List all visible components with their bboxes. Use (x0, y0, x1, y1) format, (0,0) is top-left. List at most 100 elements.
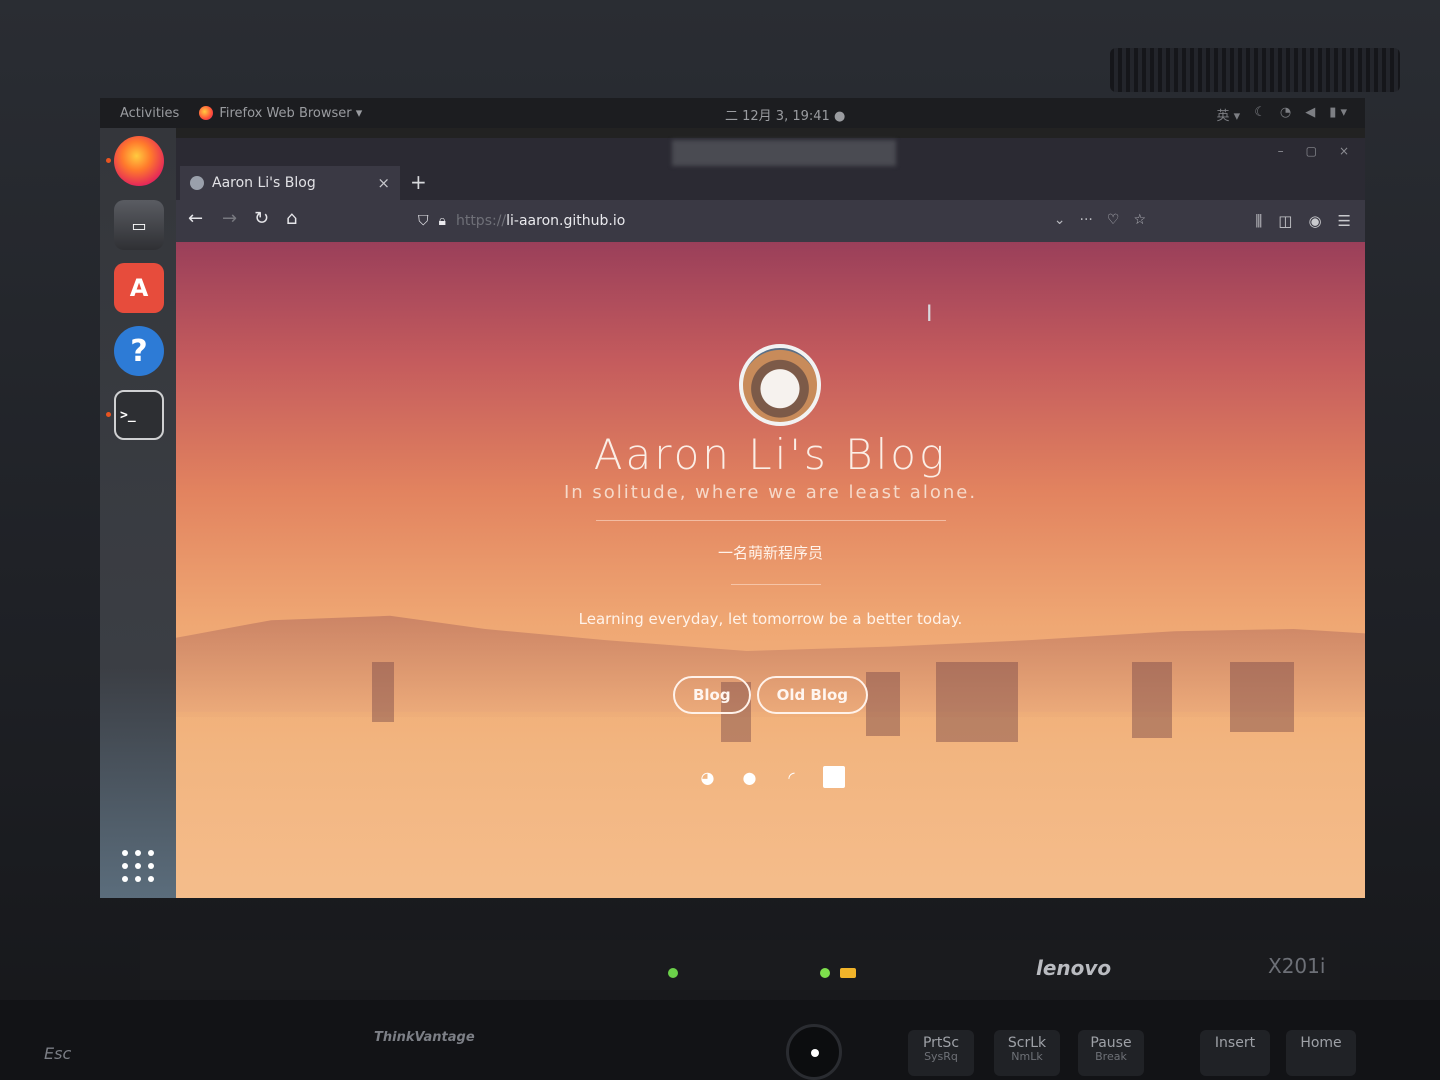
lock-icon[interactable]: 🔒︎ (439, 213, 446, 229)
key-label: PrtSc (922, 1035, 960, 1051)
social-links: ◕ ● ◜ (176, 766, 1365, 788)
button-row: Blog Old Blog (176, 676, 1365, 714)
window-controls: – ▢ × (1278, 144, 1349, 158)
dock-help-icon[interactable]: ? (114, 326, 164, 376)
url-host: li-aaron.github.io (506, 213, 626, 229)
background-water (176, 712, 1365, 898)
app-menu[interactable]: Firefox Web Browser ▾ (199, 106, 362, 121)
navigation-toolbar: ← → ↻ ⌂ ⛉ 🔒︎ https:// li-aaron.github.io… (176, 200, 1365, 242)
sidebar-icon[interactable]: ◫ (1278, 212, 1292, 230)
wifi-icon: ◔ (1279, 105, 1292, 120)
account-icon[interactable]: ◉ (1308, 212, 1321, 230)
back-button[interactable]: ← (188, 208, 203, 229)
page-subtitle: In solitude, where we are least alone. (563, 482, 978, 503)
scrlk-key[interactable]: ScrLk NmLk (994, 1030, 1060, 1076)
battery-led-icon (840, 968, 856, 978)
show-applications-icon[interactable] (122, 850, 156, 884)
key-label: ScrLk (1007, 1035, 1047, 1051)
key-sublabel: NmLk (1011, 1050, 1043, 1064)
terminal-glyph: >_ (120, 407, 136, 423)
prtsc-key[interactable]: PrtSc SysRq (908, 1030, 974, 1076)
key-sublabel: SysRq (924, 1050, 958, 1064)
dock: ▭ A ? >_ (100, 128, 176, 898)
description-cn: 一名萌新程序员 (717, 544, 823, 562)
insert-key[interactable]: Insert (1200, 1030, 1270, 1076)
library-icon[interactable]: ⫼ (1255, 212, 1262, 230)
page-viewport: Aaron Li's Blog In solitude, where we ar… (176, 242, 1365, 898)
key-label: Pause (1090, 1035, 1132, 1051)
page-actions-icon[interactable]: ··· (1080, 212, 1093, 228)
tab-strip: Aaron Li's Blog × + (176, 166, 1365, 200)
help-glyph: ? (130, 333, 148, 369)
new-tab-button[interactable]: + (410, 170, 427, 194)
dock-firefox-icon[interactable] (114, 136, 164, 186)
pause-key[interactable]: Pause Break (1078, 1030, 1144, 1076)
running-indicator (106, 158, 111, 163)
old-blog-button[interactable]: Old Blog (756, 676, 869, 714)
url-bar[interactable]: ⛉ 🔒︎ https:// li-aaron.github.io ⌄ ··· ♡… (406, 206, 1146, 236)
key-label: Home (1300, 1035, 1342, 1051)
bezel-vent (1110, 48, 1400, 92)
system-tray[interactable]: 英 ▾ ☾ ◔ ◀ ▮ ▾ (1217, 105, 1347, 124)
toolbar-right: ⫼ ◫ ◉ ☰ (1255, 212, 1351, 230)
reload-button[interactable]: ↻ (254, 208, 269, 229)
text-cursor-icon: I (926, 302, 933, 327)
clock[interactable]: 二 12月 3, 19:41 ● (725, 105, 845, 124)
dock-files-icon[interactable]: ▭ (114, 200, 164, 250)
firefox-icon (199, 106, 214, 120)
volume-icon: ◀ (1305, 105, 1316, 120)
blurred-region (672, 140, 896, 166)
wifi-led-icon (668, 968, 678, 978)
rss-icon[interactable]: ◜ (781, 766, 803, 788)
power-led-icon (820, 968, 830, 978)
url-actions: ⌄ ··· ♡ ☆ (1054, 212, 1146, 228)
screen: Activities Firefox Web Browser ▾ 二 12月 3… (100, 98, 1365, 898)
avatar (739, 344, 821, 426)
laptop-bezel: Activities Firefox Web Browser ▾ 二 12月 3… (0, 0, 1440, 1080)
thinkvantage-key[interactable]: ThinkVantage (374, 1030, 475, 1045)
tab-close-button[interactable]: × (377, 174, 390, 192)
tracking-shield-icon[interactable]: ⛉ (418, 213, 429, 229)
store-glyph: A (129, 274, 149, 302)
email-icon[interactable] (822, 766, 845, 788)
bookmark-star-icon[interactable]: ☆ (1133, 212, 1146, 228)
minimize-button[interactable]: – (1278, 144, 1284, 158)
dock-software-store-icon[interactable]: A (114, 263, 164, 313)
home-button[interactable]: ⌂ (286, 208, 297, 229)
menu-icon[interactable]: ☰ (1338, 212, 1351, 230)
home-key[interactable]: Home (1286, 1030, 1356, 1076)
url-prefix: https:// (455, 213, 507, 229)
gnome-top-bar: Activities Firefox Web Browser ▾ 二 12月 3… (100, 98, 1365, 128)
dock-terminal-icon[interactable]: >_ (114, 390, 164, 440)
esc-key[interactable]: Esc (44, 1044, 71, 1063)
github-icon[interactable]: ● (739, 766, 761, 788)
key-label: Insert (1214, 1035, 1256, 1051)
forward-button[interactable]: → (222, 208, 237, 229)
chevron-down-icon[interactable]: ⌄ (1054, 212, 1066, 228)
page-title: Aaron Li's Blog (593, 430, 948, 479)
night-light-icon: ☾ (1254, 105, 1266, 120)
tab-title: Aaron Li's Blog (212, 175, 316, 191)
weibo-icon[interactable]: ◕ (697, 766, 719, 788)
description-en: Learning everyday, let tomorrow be a bet… (578, 610, 963, 628)
brand-logo: lenovo (1036, 956, 1112, 980)
close-window-button[interactable]: × (1339, 144, 1349, 158)
running-indicator (106, 412, 111, 417)
firefox-window: – ▢ × Aaron Li's Blog × + ← → ↻ ⌂ ⛉ 🔒︎ h… (176, 138, 1365, 898)
model-label: X201i (1268, 954, 1326, 978)
lower-bezel (140, 940, 1340, 990)
battery-icon: ▮ ▾ (1329, 105, 1347, 120)
activities-button[interactable]: Activities (120, 106, 179, 121)
window-titlebar[interactable]: – ▢ × (176, 138, 1365, 166)
app-menu-label: Firefox Web Browser ▾ (219, 105, 363, 121)
divider (731, 584, 821, 585)
key-sublabel: Break (1095, 1050, 1127, 1064)
maximize-button[interactable]: ▢ (1306, 144, 1317, 158)
blog-button[interactable]: Blog (672, 676, 751, 714)
tab-aaron-blog[interactable]: Aaron Li's Blog × (180, 166, 400, 200)
divider (596, 520, 946, 521)
trackpoint-icon[interactable] (786, 1024, 842, 1080)
favicon-icon (190, 176, 204, 190)
input-method-icon[interactable]: 英 ▾ (1217, 105, 1241, 124)
pocket-icon[interactable]: ♡ (1107, 212, 1120, 228)
